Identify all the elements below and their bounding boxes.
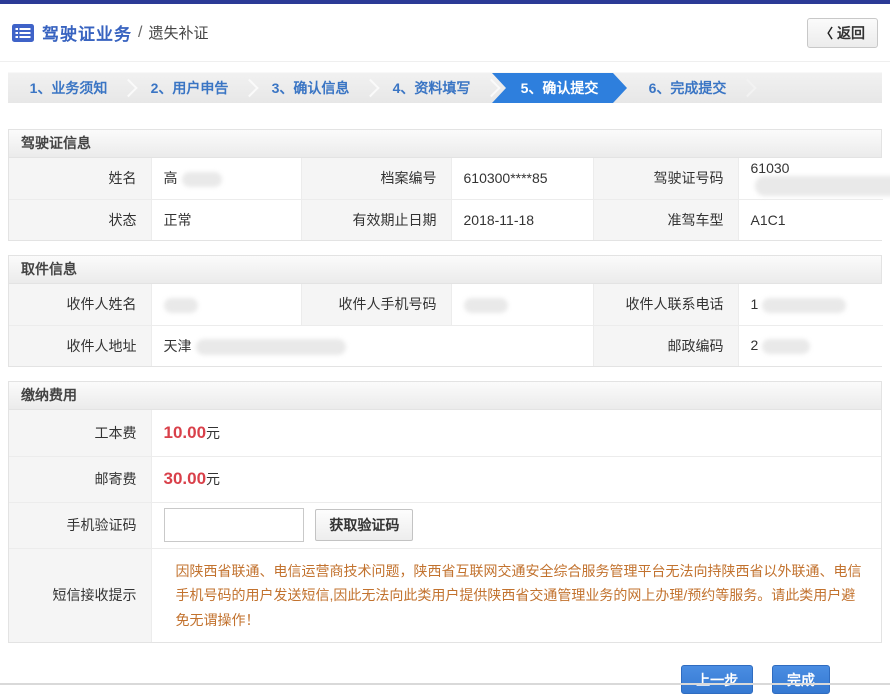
fee-unit: 元 <box>206 425 220 441</box>
step-2-user-declaration[interactable]: 2、用户申告 <box>129 73 250 103</box>
page-title: 驾驶证业务 <box>42 20 132 45</box>
redacted-value <box>762 298 846 313</box>
section-fees: 缴纳费用 工本费 10.00元 邮寄费 30.00元 手机验证码 获取验证码 短… <box>8 381 882 643</box>
redacted-value <box>196 339 346 355</box>
list-form-icon <box>12 24 34 42</box>
field-value-recipient-mobile <box>451 284 593 325</box>
table-row: 收件人姓名 收件人手机号码 收件人联系电话 1 <box>9 284 883 325</box>
previous-step-button[interactable]: 上一步 <box>681 665 753 694</box>
field-label-postal-code: 邮政编码 <box>593 325 738 366</box>
table-row: 状态 正常 有效期止日期 2018-11-18 准驾车型 A1C1 <box>9 199 883 240</box>
step-4-fill-data[interactable]: 4、资料填写 <box>371 73 492 103</box>
field-label-name: 姓名 <box>9 158 151 199</box>
field-value-name: 高 <box>151 158 301 199</box>
redacted-value <box>762 339 810 354</box>
finish-button[interactable]: 完成 <box>772 665 830 694</box>
redacted-value <box>164 298 198 313</box>
sms-notice-text: 因陕西省联通、电信运营商技术问题，陕西省互联网交通安全综合服务管理平台无法向持陕… <box>164 549 882 643</box>
title-separator: / <box>138 24 142 42</box>
section-title: 缴纳费用 <box>9 382 881 410</box>
pickup-info-table: 收件人姓名 收件人手机号码 收件人联系电话 1 收件人地址 天津 邮政编码 2 <box>9 284 883 366</box>
table-row: 工本费 10.00元 <box>9 410 881 456</box>
back-button-label: 返回 <box>837 23 865 43</box>
section-license-info: 驾驶证信息 姓名 高 档案编号 610300****85 驾驶证号码 61030… <box>8 129 882 241</box>
table-row: 姓名 高 档案编号 610300****85 驾驶证号码 61030 <box>9 158 883 199</box>
field-label-vehicle-class: 准驾车型 <box>593 199 738 240</box>
table-row: 手机验证码 获取验证码 <box>9 502 881 548</box>
field-label-license-no: 驾驶证号码 <box>593 158 738 199</box>
redacted-value <box>464 298 508 313</box>
field-value-sms-code: 获取验证码 <box>151 502 881 548</box>
footer-actions: 上一步 完成 <box>0 665 890 694</box>
table-row: 短信接收提示 因陕西省联通、电信运营商技术问题，陕西省互联网交通安全综合服务管理… <box>9 548 881 642</box>
field-value-recipient-address: 天津 <box>151 325 593 366</box>
step-5-confirm-submit[interactable]: 5、确认提交 <box>492 73 627 103</box>
postage-fee-amount: 30.00 <box>164 469 207 488</box>
field-value-status: 正常 <box>151 199 301 240</box>
step-6-complete-submit[interactable]: 6、完成提交 <box>627 73 748 103</box>
fees-table: 工本费 10.00元 邮寄费 30.00元 手机验证码 获取验证码 短信接收提示… <box>9 410 881 642</box>
field-value-file-no: 610300****85 <box>451 158 593 199</box>
field-value-recipient-name <box>151 284 301 325</box>
table-row: 邮寄费 30.00元 <box>9 456 881 502</box>
get-sms-code-button[interactable]: 获取验证码 <box>315 509 413 541</box>
step-label: 6、完成提交 <box>649 78 727 98</box>
chevron-left-icon: 〈 <box>820 23 833 42</box>
table-row: 收件人地址 天津 邮政编码 2 <box>9 325 883 366</box>
step-label: 2、用户申告 <box>151 78 229 98</box>
page-subtitle: 遗失补证 <box>148 22 208 43</box>
field-value-recipient-phone: 1 <box>738 284 883 325</box>
field-label-postage-fee: 邮寄费 <box>9 456 151 502</box>
step-1-business-notes[interactable]: 1、业务须知 <box>8 73 129 103</box>
production-fee-amount: 10.00 <box>164 423 207 442</box>
section-pickup-info: 取件信息 收件人姓名 收件人手机号码 收件人联系电话 1 收件人地址 天津 邮政… <box>8 255 882 367</box>
redacted-value <box>182 172 222 187</box>
step-label: 4、资料填写 <box>393 78 471 98</box>
section-title: 驾驶证信息 <box>9 130 881 158</box>
field-label-status: 状态 <box>9 199 151 240</box>
field-value-expiry: 2018-11-18 <box>451 199 593 240</box>
field-label-production-fee: 工本费 <box>9 410 151 456</box>
step-progress-bar: 1、业务须知 2、用户申告 3、确认信息 4、资料填写 5、确认提交 6、完成提… <box>8 72 882 103</box>
field-value-license-no: 61030 <box>738 158 883 199</box>
field-value-postage-fee: 30.00元 <box>151 456 881 502</box>
license-info-table: 姓名 高 档案编号 610300****85 驾驶证号码 61030 状态 正常… <box>9 158 883 240</box>
sms-code-input[interactable] <box>164 508 304 542</box>
field-value-sms-notice: 因陕西省联通、电信运营商技术问题，陕西省互联网交通安全综合服务管理平台无法向持陕… <box>151 548 881 642</box>
page-header: 驾驶证业务 / 遗失补证 〈 返回 <box>0 4 890 62</box>
step-label: 5、确认提交 <box>521 78 599 98</box>
field-value-postal-code: 2 <box>738 325 883 366</box>
field-label-recipient-address: 收件人地址 <box>9 325 151 366</box>
field-label-sms-code: 手机验证码 <box>9 502 151 548</box>
field-label-expiry: 有效期止日期 <box>301 199 451 240</box>
field-label-sms-notice: 短信接收提示 <box>9 548 151 642</box>
step-label: 3、确认信息 <box>272 78 350 98</box>
field-value-vehicle-class: A1C1 <box>738 199 883 240</box>
back-button[interactable]: 〈 返回 <box>807 18 878 48</box>
field-label-recipient-phone: 收件人联系电话 <box>593 284 738 325</box>
step-label: 1、业务须知 <box>30 78 108 98</box>
field-value-production-fee: 10.00元 <box>151 410 881 456</box>
redacted-value <box>755 176 890 196</box>
step-3-confirm-info[interactable]: 3、确认信息 <box>250 73 371 103</box>
field-label-recipient-name: 收件人姓名 <box>9 284 151 325</box>
field-label-recipient-mobile: 收件人手机号码 <box>301 284 451 325</box>
section-title: 取件信息 <box>9 256 881 284</box>
fee-unit: 元 <box>206 471 220 487</box>
field-label-file-no: 档案编号 <box>301 158 451 199</box>
